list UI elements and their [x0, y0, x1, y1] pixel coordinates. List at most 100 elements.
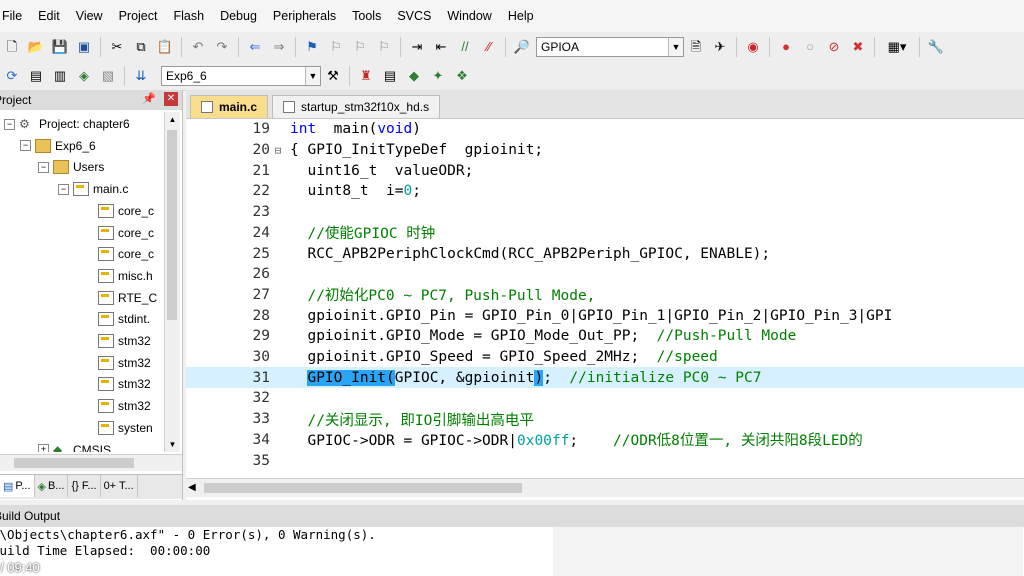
code-line[interactable]: 22 uint8_t i=0;: [186, 181, 1024, 202]
code-area[interactable]: 19 int main(void) 20 ⊟ { GPIO_InitTypeDef gp…: [186, 119, 1024, 477]
disable-all-breakpoints-icon[interactable]: ⊘: [825, 38, 843, 56]
menu-project[interactable]: Project: [111, 0, 166, 32]
expander-icon[interactable]: −: [58, 183, 69, 195]
fold-icon[interactable]: ⊟: [272, 144, 284, 157]
code-line[interactable]: 29 gpioinit.GPIO_Mode = GPIO_Mode_Out_PP…: [186, 326, 1024, 347]
rebuild-icon[interactable]: ▥: [51, 67, 69, 85]
scroll-up-icon[interactable]: ▲: [165, 112, 180, 127]
open-folder-icon[interactable]: 📂: [27, 38, 45, 56]
tree-item[interactable]: core_c: [98, 244, 154, 264]
editor-horizontal-scrollbar[interactable]: ◀: [186, 478, 1024, 497]
chevron-down-icon[interactable]: ▼: [305, 67, 320, 85]
prev-bookmark-icon[interactable]: ⚐: [327, 38, 345, 56]
close-icon[interactable]: ✕: [164, 92, 178, 106]
code-line[interactable]: 35: [186, 450, 1024, 471]
code-line[interactable]: 20 ⊟ { GPIO_InitTypeDef gpioinit;: [186, 140, 1024, 161]
tree-horizontal-scrollbar[interactable]: [0, 454, 182, 471]
menu-svcs[interactable]: SVCS: [389, 0, 439, 32]
bookmark-icon[interactable]: ⚑: [303, 38, 321, 56]
panel-tab[interactable]: 0+ T...: [101, 475, 138, 497]
code-line[interactable]: 26: [186, 264, 1024, 285]
code-line[interactable]: 19 int main(void): [186, 119, 1024, 140]
batch-build-icon[interactable]: ◈: [75, 67, 93, 85]
pin-icon[interactable]: 📌: [142, 92, 156, 105]
scroll-thumb[interactable]: [167, 130, 177, 320]
next-bookmark-icon[interactable]: ⚐: [351, 38, 369, 56]
tree-item[interactable]: stm32: [98, 374, 151, 394]
download-icon[interactable]: ⇊: [132, 67, 150, 85]
expander-icon[interactable]: +: [38, 444, 49, 452]
menu-debug[interactable]: Debug: [212, 0, 265, 32]
undo-icon[interactable]: ↶: [189, 38, 207, 56]
debug-start-icon[interactable]: ◉: [744, 38, 762, 56]
unindent-icon[interactable]: ⇤: [432, 38, 450, 56]
save-icon[interactable]: 💾: [51, 38, 69, 56]
code-line[interactable]: 25 RCC_APB2PeriphClockCmd(RCC_APB2Periph…: [186, 243, 1024, 264]
select-packs-icon[interactable]: ◆: [405, 67, 423, 85]
build-icon[interactable]: ▤: [27, 67, 45, 85]
editor-tab[interactable]: main.c: [190, 95, 269, 118]
scroll-left-icon[interactable]: ◀: [188, 479, 196, 497]
menu-file[interactable]: File: [0, 0, 30, 32]
build-output-scrollbar[interactable]: [553, 527, 1023, 576]
expander-icon[interactable]: −: [20, 140, 31, 152]
kill-breakpoints-icon[interactable]: ✖: [849, 38, 867, 56]
tree-item[interactable]: systen: [98, 418, 153, 438]
manage-rte-icon[interactable]: ▤: [381, 67, 399, 85]
menu-help[interactable]: Help: [500, 0, 542, 32]
tree-item[interactable]: misc.h: [98, 266, 153, 286]
tree-item[interactable]: − main.c: [58, 179, 128, 199]
nav-forward-icon[interactable]: ⇒: [270, 38, 288, 56]
code-line[interactable]: 34 GPIOC->ODR = GPIOC->ODR|0x00ff; //ODR…: [186, 430, 1024, 451]
tree-item[interactable]: stm32: [98, 396, 151, 416]
tree-item[interactable]: RTE_C: [98, 288, 157, 308]
code-line[interactable]: 33 //关闭显示, 即IO引脚输出高电平: [186, 409, 1024, 430]
breakpoint-icon[interactable]: ●: [777, 38, 795, 56]
code-line[interactable]: 28 gpioinit.GPIO_Pin = GPIO_Pin_0|GPIO_P…: [186, 305, 1024, 326]
code-line[interactable]: 31 GPIO_Init(GPIOC, &gpioinit); //initia…: [186, 367, 1024, 389]
chevron-down-icon[interactable]: ▼: [668, 38, 683, 56]
pack-installer-icon[interactable]: ✦: [429, 67, 447, 85]
scroll-thumb[interactable]: [204, 483, 522, 493]
code-line[interactable]: 27 //初始化PC0 ~ PC7, Push-Pull Mode,: [186, 285, 1024, 306]
tree-item[interactable]: core_c: [98, 201, 154, 221]
uncomment-icon[interactable]: ⁄⁄: [480, 38, 498, 56]
target-options-icon[interactable]: ⚒: [324, 67, 342, 85]
code-line[interactable]: 32: [186, 388, 1024, 409]
translate-icon[interactable]: ⟳: [3, 67, 21, 85]
editor-tab[interactable]: startup_stm32f10x_hd.s: [272, 95, 441, 118]
paste-icon[interactable]: 📋: [156, 38, 174, 56]
find-in-files-icon[interactable]: 🔎: [513, 38, 531, 56]
tree-item[interactable]: − Users: [38, 157, 104, 177]
panel-tab[interactable]: {} F...: [68, 475, 101, 497]
indent-icon[interactable]: ⇥: [408, 38, 426, 56]
expander-icon[interactable]: −: [38, 161, 49, 173]
manage-project-icon[interactable]: ♜: [357, 67, 375, 85]
tree-item[interactable]: stm32: [98, 353, 151, 373]
code-line[interactable]: 23: [186, 202, 1024, 223]
menu-flash[interactable]: Flash: [165, 0, 212, 32]
find-combo[interactable]: GPIOA ▼: [536, 37, 684, 57]
run-time-env-icon[interactable]: ❖: [453, 67, 471, 85]
menu-window[interactable]: Window: [439, 0, 499, 32]
tree-item[interactable]: − Exp6_6: [20, 136, 96, 156]
menu-tools[interactable]: Tools: [344, 0, 389, 32]
scroll-thumb[interactable]: [14, 458, 134, 468]
menu-peripherals[interactable]: Peripherals: [265, 0, 344, 32]
code-line[interactable]: 21 uint16_t valueODR;: [186, 160, 1024, 181]
new-file-icon[interactable]: 🗋: [3, 38, 21, 56]
tree-item[interactable]: + ◆ CMSIS: [38, 440, 111, 452]
panel-tab[interactable]: ▤ P...: [0, 475, 35, 497]
stop-build-icon[interactable]: ▧: [99, 67, 117, 85]
nav-back-icon[interactable]: ⇐: [246, 38, 264, 56]
find-icon[interactable]: 🗎: [687, 38, 705, 56]
menu-view[interactable]: View: [68, 0, 111, 32]
panel-tab[interactable]: ◈ B...: [35, 475, 69, 497]
copy-icon[interactable]: ⧉: [132, 38, 150, 56]
redo-icon[interactable]: ↷: [213, 38, 231, 56]
tree-item[interactable]: stdint.: [98, 309, 150, 329]
incremental-find-icon[interactable]: ✈: [711, 38, 729, 56]
menu-edit[interactable]: Edit: [30, 0, 68, 32]
code-line[interactable]: 30 gpioinit.GPIO_Speed = GPIO_Speed_2MHz…: [186, 347, 1024, 368]
window-layout-icon[interactable]: ▦▾: [882, 38, 912, 56]
